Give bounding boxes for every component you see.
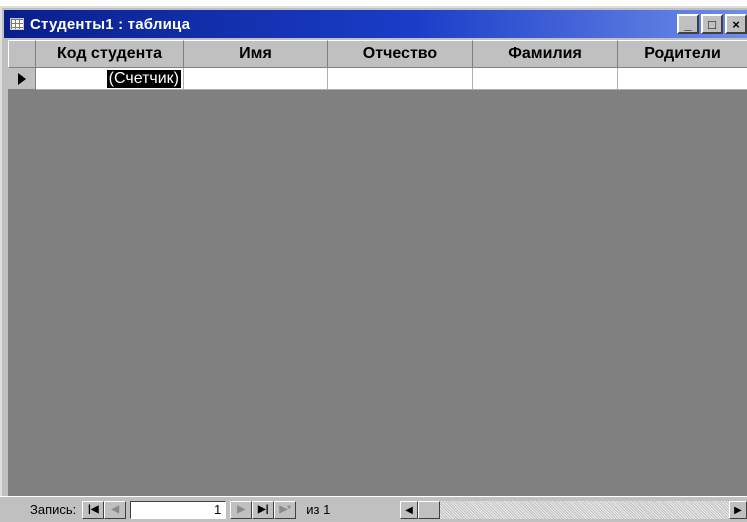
record-label: Запись: [30,502,77,517]
scrollbar-track[interactable] [440,501,729,519]
column-header-parents[interactable]: Родители [618,40,747,68]
header-row: Код студента Имя Отчество Фамилия Родите… [8,40,747,68]
next-record-button[interactable]: ▶ [230,500,253,519]
cell-parents[interactable] [618,68,747,90]
title-bar[interactable]: Студенты1 : таблица _ □ × [4,10,747,38]
column-header-first-name[interactable]: Имя [184,40,328,68]
minimize-button[interactable]: _ [677,14,699,34]
horizontal-scrollbar[interactable]: ◀ ▶ [400,501,747,519]
first-record-button[interactable]: |◀ [82,500,105,519]
column-header-patronymic[interactable]: Отчество [328,40,473,68]
scroll-right-arrow-icon[interactable]: ▶ [729,501,747,519]
close-button[interactable]: × [725,14,747,34]
cell-patronymic[interactable] [328,68,473,90]
autonumber-placeholder: (Счетчик) [106,69,181,88]
column-header-student-code[interactable]: Код студента [36,40,184,68]
scroll-left-arrow-icon[interactable]: ◀ [400,501,418,519]
record-navigation-bar: Запись: |◀ ◀ 1 ▶ ▶| ▶* из 1 ◀ ▶ [0,496,747,522]
cell-first-name[interactable] [184,68,328,90]
table-icon [10,18,24,30]
datasheet-grid: Код студента Имя Отчество Фамилия Родите… [8,40,747,504]
row-selector[interactable] [8,68,36,90]
last-record-button[interactable]: ▶| [252,500,275,519]
select-all-corner[interactable] [8,40,36,68]
record-count: из 1 [306,502,331,517]
scrollbar-thumb[interactable] [418,501,440,519]
column-header-last-name[interactable]: Фамилия [473,40,618,68]
window-title: Студенты1 : таблица [30,15,191,33]
current-row-arrow-icon [17,72,26,85]
current-record-field[interactable]: 1 [130,500,227,519]
cell-last-name[interactable] [473,68,618,90]
new-record-button[interactable]: ▶* [274,500,297,519]
maximize-button[interactable]: □ [701,14,723,34]
window-controls: _ □ × [677,14,747,34]
cell-student-code[interactable]: (Счетчик) [36,68,184,90]
table-window: Студенты1 : таблица _ □ × Код студента И… [0,6,747,522]
table-row: (Счетчик) [8,68,747,90]
previous-record-button[interactable]: ◀ [104,500,127,519]
